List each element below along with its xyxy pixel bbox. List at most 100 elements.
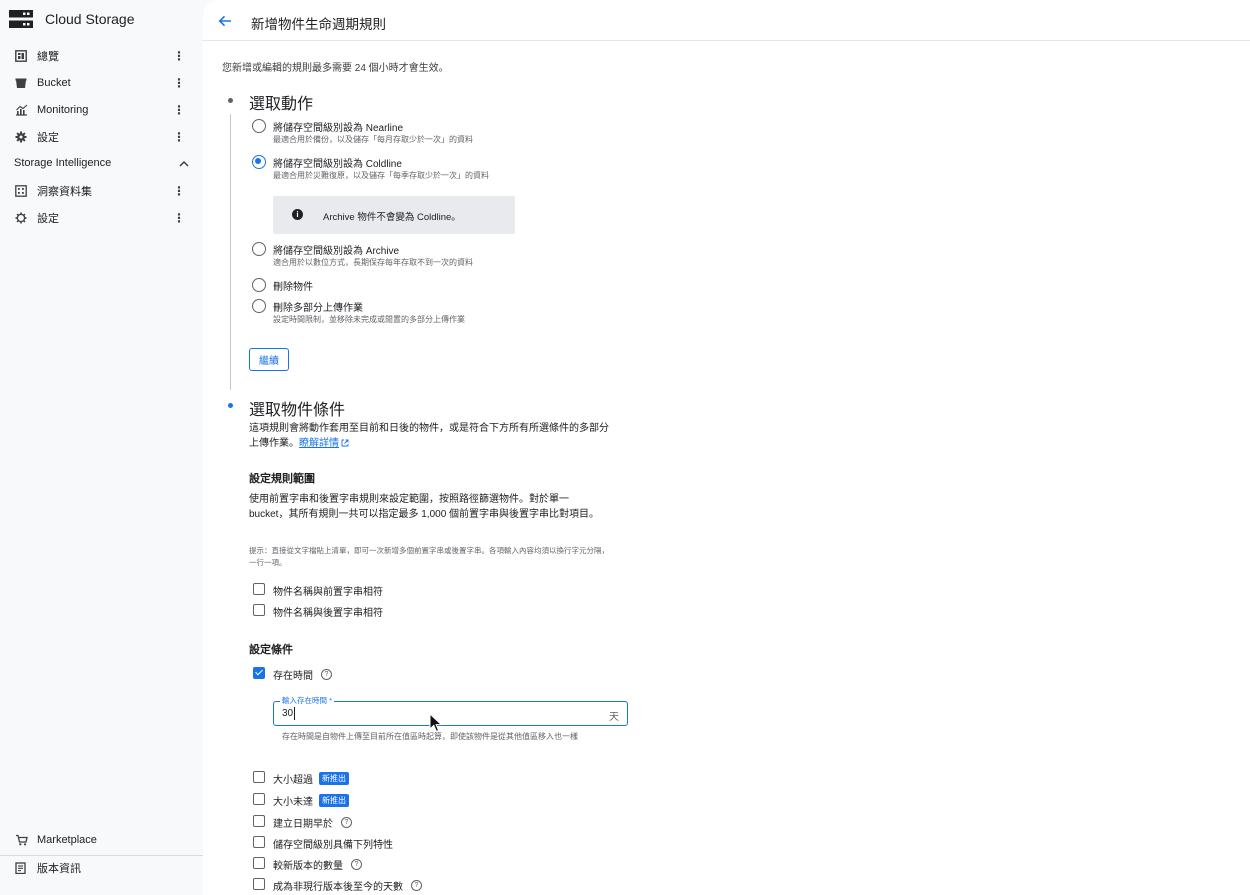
age-helper-text: 存在時間是自物件上傳至目前所在值區時起算，即使該物件是從其他值區移入也一樣 bbox=[282, 732, 578, 741]
more-vert-icon[interactable]: ⋮ bbox=[171, 103, 187, 117]
brand[interactable]: Cloud Storage bbox=[9, 8, 135, 30]
option-description: 最適合用於災難復原，以及儲存「每季存取少於一次」的資料 bbox=[273, 171, 489, 180]
checkbox-label[interactable]: 建立日期早於? bbox=[273, 815, 352, 830]
settings-icon bbox=[14, 211, 28, 225]
sidebar-item-marketplace[interactable]: Marketplace bbox=[0, 827, 203, 853]
dataset-icon bbox=[14, 184, 28, 198]
checkbox-size-greater[interactable] bbox=[253, 771, 265, 783]
sidebar-item-label: 版本資訊 bbox=[37, 863, 81, 875]
sidebar-item-label: 洞察資料集 bbox=[37, 186, 92, 198]
step-2-intro: 這項規則會將動作套用至目前和日後的物件，或是符合下方所有所選條件的多部分上傳作業… bbox=[249, 421, 609, 451]
back-button[interactable] bbox=[215, 11, 235, 31]
sidebar-item-label: 總覽 bbox=[37, 51, 59, 63]
header-bar: 新增物件生命週期規則 bbox=[203, 0, 1250, 41]
checkbox-created-before[interactable] bbox=[253, 815, 265, 827]
option-label[interactable]: 刪除物件 bbox=[273, 278, 313, 293]
monitoring-icon bbox=[14, 103, 28, 117]
checkbox-label[interactable]: 儲存空間級別具備下列特性 bbox=[273, 836, 393, 851]
main-panel: 新增物件生命週期規則 您新增或編輯的規則最多需要 24 個小時才會生效。 選取動… bbox=[203, 0, 1250, 895]
info-banner: i Archive 物件不會變為 Coldline。 bbox=[273, 196, 515, 234]
checkbox-days-noncurrent[interactable] bbox=[253, 878, 265, 890]
cloud-storage-logo-icon bbox=[9, 10, 33, 28]
option-label[interactable]: 刪除多部分上傳作業 bbox=[273, 299, 363, 314]
scope-hint: 提示：直接從文字檔貼上清單，即可一次新增多個前置字串或後置字串。各項輸入內容均須… bbox=[249, 546, 609, 567]
age-input[interactable]: 輸入存在時間 * 30 天 bbox=[273, 695, 628, 726]
help-icon[interactable]: ? bbox=[341, 817, 352, 828]
storage-class-label: 儲存空間級別具備下列特性 bbox=[273, 840, 393, 851]
option-label[interactable]: 將儲存空間級別設為 Nearline bbox=[273, 119, 403, 134]
checkbox-label[interactable]: 物件名稱與後置字串相符 bbox=[273, 604, 383, 619]
age-field-label: 輸入存在時間 * bbox=[280, 695, 335, 706]
more-vert-icon[interactable]: ⋮ bbox=[171, 130, 187, 144]
sidebar-item-monitoring[interactable]: Monitoring ⋮ bbox=[0, 97, 203, 123]
app-title: Cloud Storage bbox=[45, 11, 135, 27]
option-label[interactable]: 將儲存空間級別設為 Archive bbox=[273, 242, 399, 257]
sidebar-item-overview[interactable]: 總覽 ⋮ bbox=[0, 43, 203, 69]
step-2-title: 選取物件條件 bbox=[249, 402, 346, 419]
radio-nearline[interactable] bbox=[252, 119, 266, 133]
page-title: 新增物件生命週期規則 bbox=[251, 17, 386, 32]
size-less-label: 大小未達 bbox=[273, 797, 313, 808]
more-vert-icon[interactable]: ⋮ bbox=[171, 49, 187, 63]
sidebar: Cloud Storage 總覽 ⋮ Bucket ⋮ Monitoring ⋮… bbox=[0, 0, 203, 895]
bucket-icon bbox=[14, 76, 28, 90]
sidebar-item-label: 設定 bbox=[37, 213, 59, 225]
more-vert-icon[interactable]: ⋮ bbox=[171, 184, 187, 198]
option-description: 最適合用於備份，以及儲存「每月存取少於一次」的資料 bbox=[273, 135, 473, 144]
newer-versions-label: 較新版本的數量 bbox=[273, 861, 343, 872]
learn-more-link[interactable]: 瞭解詳情 bbox=[299, 438, 339, 449]
step-1-indicator bbox=[228, 98, 233, 103]
scope-heading: 設定規則範圍 bbox=[249, 473, 315, 485]
conditions-heading: 設定條件 bbox=[249, 644, 293, 656]
continue-button[interactable]: 繼續 bbox=[249, 348, 289, 371]
created-before-label: 建立日期早於 bbox=[273, 819, 333, 830]
option-label[interactable]: 將儲存空間級別設為 Coldline bbox=[273, 155, 402, 170]
scope-description: 使用前置字串和後置字串規則來設定範圍，按照路徑篩選物件。對於單一 bucket，… bbox=[249, 494, 600, 520]
age-unit: 天 bbox=[609, 712, 619, 723]
step-2-indicator bbox=[228, 403, 233, 408]
checkbox-label[interactable]: 較新版本的數量? bbox=[273, 857, 362, 872]
new-badge: 新推出 bbox=[319, 794, 349, 807]
checkbox-suffix-match[interactable] bbox=[253, 604, 265, 616]
more-vert-icon[interactable]: ⋮ bbox=[171, 76, 187, 90]
gear-icon bbox=[14, 130, 28, 144]
radio-archive[interactable] bbox=[252, 242, 266, 256]
release-notes-icon bbox=[14, 861, 28, 875]
info-text: Archive 物件不會變為 Coldline。 bbox=[323, 212, 461, 223]
sidebar-item-settings[interactable]: 設定 ⋮ bbox=[0, 124, 203, 150]
checkbox-storage-class[interactable] bbox=[253, 836, 265, 848]
checkbox-label[interactable]: 大小未達 新推出 bbox=[273, 793, 349, 808]
option-description: 設定時間限制，並移除未完成或閒置的多部分上傳作業 bbox=[273, 315, 465, 324]
radio-delete-multipart[interactable] bbox=[252, 299, 266, 313]
effect-notice: 您新增或編輯的規則最多需要 24 個小時才會生效。 bbox=[222, 63, 449, 74]
help-icon[interactable]: ? bbox=[351, 859, 362, 870]
checkbox-label[interactable]: 物件名稱與前置字串相符 bbox=[273, 583, 383, 598]
sidebar-item-insights-datasets[interactable]: 洞察資料集 ⋮ bbox=[0, 178, 203, 204]
sidebar-item-bucket[interactable]: Bucket ⋮ bbox=[0, 70, 203, 96]
section-storage-intelligence[interactable]: Storage Intelligence bbox=[14, 157, 189, 169]
checkbox-newer-versions[interactable] bbox=[253, 857, 265, 869]
external-link-icon[interactable] bbox=[341, 439, 349, 447]
info-icon: i bbox=[292, 209, 303, 220]
checkbox-label[interactable]: 存在時間? bbox=[273, 667, 332, 682]
sidebar-item-label: Marketplace bbox=[37, 834, 97, 846]
radio-delete-object[interactable] bbox=[252, 278, 266, 292]
help-icon[interactable]: ? bbox=[321, 669, 332, 680]
chevron-up-icon[interactable] bbox=[179, 160, 189, 167]
help-icon[interactable]: ? bbox=[411, 880, 422, 891]
sidebar-item-label: 設定 bbox=[37, 132, 59, 144]
sidebar-item-label: Bucket bbox=[37, 77, 71, 89]
age-field-value[interactable]: 30 bbox=[282, 708, 293, 719]
prefix-match-label: 物件名稱與前置字串相符 bbox=[273, 587, 383, 598]
checkbox-label[interactable]: 大小超過 新推出 bbox=[273, 771, 349, 786]
radio-coldline[interactable] bbox=[252, 155, 266, 169]
sidebar-item-release-notes[interactable]: 版本資訊 bbox=[0, 855, 203, 881]
checkbox-prefix-match[interactable] bbox=[253, 583, 265, 595]
checkbox-label[interactable]: 成為非現行版本後至今的天數? bbox=[273, 878, 422, 893]
sidebar-item-si-settings[interactable]: 設定 ⋮ bbox=[0, 205, 203, 231]
checkbox-age[interactable] bbox=[253, 667, 265, 679]
age-label: 存在時間 bbox=[273, 671, 313, 682]
checkbox-size-less[interactable] bbox=[253, 793, 265, 805]
more-vert-icon[interactable]: ⋮ bbox=[171, 211, 187, 225]
step-connector-line bbox=[230, 114, 231, 390]
